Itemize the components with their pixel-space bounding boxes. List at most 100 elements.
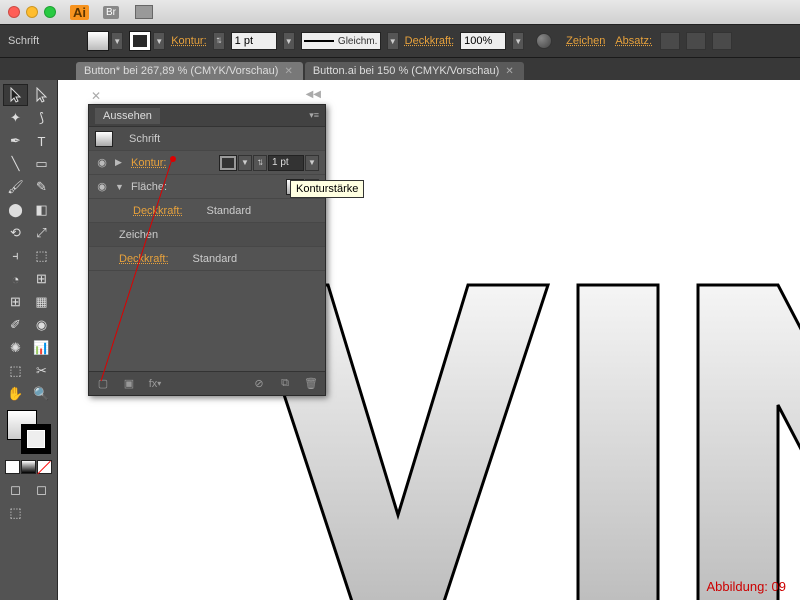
stroke-weight-decrease[interactable]: ⮁ [213, 32, 225, 50]
stroke-weight-input[interactable] [231, 32, 277, 50]
clear-appearance-icon[interactable]: ⊘ [251, 377, 267, 391]
visibility-toggle-icon[interactable]: ◉ [95, 180, 109, 193]
draw-mode-behind[interactable]: ◻ [29, 479, 54, 501]
blend-tool[interactable]: ◉ [29, 314, 54, 336]
recolor-icon[interactable] [536, 33, 552, 49]
perspective-grid-tool[interactable]: ⊞ [29, 268, 54, 290]
panel-menu-icon[interactable]: ▾≡ [309, 110, 319, 121]
blob-brush-tool[interactable]: ⬤ [3, 199, 28, 221]
rectangle-tool[interactable]: ▭ [29, 153, 54, 175]
artboard-tool[interactable]: ⬚ [3, 360, 28, 382]
scale-tool[interactable]: ⤢ [29, 222, 54, 244]
stroke-profile[interactable]: Gleichm. [301, 32, 381, 50]
panel-footer: ▢ ▣ fx▾ ⊘ ⧉ 🗑 [89, 371, 325, 395]
magic-wand-tool[interactable]: ✦ [3, 107, 28, 129]
appearance-row-deckkraft-1[interactable]: Deckkraft: Standard [89, 199, 325, 223]
control-bar: Schrift ▼ ▼ Kontur: ⮁ ▼ Gleichm. ▼ Deckk… [0, 24, 800, 58]
symbol-sprayer-tool[interactable]: ✺ [3, 337, 28, 359]
stroke-profile-dropdown[interactable]: ▼ [387, 32, 399, 50]
free-transform-tool[interactable]: ⬚ [29, 245, 54, 267]
gradient-tool[interactable]: ▦ [29, 291, 54, 313]
fill-dropdown[interactable]: ▼ [111, 32, 123, 50]
new-fill-icon[interactable]: ▣ [121, 377, 137, 391]
disclosure-triangle-icon[interactable]: ▶ [115, 157, 125, 168]
paintbrush-tool[interactable]: 🖌 [3, 176, 28, 198]
workspace-switcher[interactable] [135, 5, 153, 19]
add-effect-icon[interactable]: fx▾ [147, 377, 163, 391]
panel-collapse-icon[interactable]: ◀◀ [306, 89, 321, 100]
color-mode-solid[interactable] [5, 460, 20, 474]
eraser-tool[interactable]: ◧ [29, 199, 54, 221]
stroke-weight-stepper[interactable]: ⮁ [253, 155, 267, 171]
annotation-marker [170, 156, 176, 162]
bridge-badge[interactable]: Br [103, 6, 119, 19]
tooltip-konturstaerke: Konturstärke [290, 180, 364, 198]
align-center-button[interactable] [686, 32, 706, 50]
panel-tab-aussehen[interactable]: Aussehen [95, 108, 160, 124]
type-thumbnail-icon [95, 131, 113, 147]
tool-context-label: Schrift [8, 35, 39, 47]
slice-tool[interactable]: ✂ [29, 360, 54, 382]
appearance-row-kontur[interactable]: ◉ ▶ Kontur: ▼ ⮁ ▼ [89, 151, 325, 175]
panel-stroke-weight-dropdown[interactable]: ▼ [305, 155, 319, 171]
lasso-tool[interactable]: ⟆ [29, 107, 54, 129]
align-right-button[interactable] [712, 32, 732, 50]
disclosure-triangle-icon[interactable]: ▼ [115, 182, 125, 192]
document-tab-1[interactable]: Button* bei 267,89 % (CMYK/Vorschau)✕ [76, 62, 303, 80]
appearance-row-zeichen[interactable]: Zeichen [89, 223, 325, 247]
close-tab-icon[interactable]: ✕ [505, 66, 513, 77]
fill-stroke-indicator[interactable] [5, 410, 52, 454]
panel-stroke-weight-input[interactable] [268, 155, 304, 171]
line-tool[interactable]: ╲ [3, 153, 28, 175]
visibility-toggle-icon[interactable]: ◉ [95, 156, 109, 169]
type-tool[interactable]: T [29, 130, 54, 152]
stroke-color-swatch[interactable] [219, 155, 237, 171]
eyedropper-tool[interactable]: ✐ [3, 314, 28, 336]
width-tool[interactable]: ⫞ [3, 245, 28, 267]
kontur-link[interactable]: Kontur: [171, 35, 206, 47]
pencil-tool[interactable]: ✎ [29, 176, 54, 198]
document-tabbar: Button* bei 267,89 % (CMYK/Vorschau)✕ Bu… [0, 58, 800, 80]
zoom-window-button[interactable] [44, 6, 56, 18]
stroke-color-dropdown[interactable]: ▼ [238, 155, 252, 171]
fill-swatch[interactable] [87, 31, 109, 51]
deckkraft-link[interactable]: Deckkraft: [405, 35, 455, 47]
close-window-button[interactable] [8, 6, 20, 18]
appearance-row-deckkraft-2[interactable]: Deckkraft: Standard [89, 247, 325, 271]
direct-selection-tool[interactable] [29, 84, 54, 106]
document-tab-2[interactable]: Button.ai bei 150 % (CMYK/Vorschau)✕ [305, 62, 524, 80]
stroke-dropdown[interactable]: ▼ [153, 32, 165, 50]
delete-item-icon[interactable]: 🗑 [303, 377, 319, 391]
shape-builder-tool[interactable]: ◔ [3, 268, 28, 290]
stroke-indicator[interactable] [21, 424, 51, 454]
absatz-link[interactable]: Absatz: [615, 35, 652, 47]
opacity-dropdown[interactable]: ▼ [512, 32, 524, 50]
stroke-swatch[interactable] [129, 31, 151, 51]
screen-mode[interactable]: ⬚ [3, 502, 28, 524]
hand-tool[interactable]: ✋ [3, 383, 28, 405]
draw-mode-normal[interactable]: ◻ [3, 479, 28, 501]
pen-tool[interactable]: ✒ [3, 130, 28, 152]
opacity-input[interactable] [460, 32, 506, 50]
zoom-tool[interactable]: 🔍 [29, 383, 54, 405]
app-badge: Ai [70, 5, 89, 20]
duplicate-item-icon[interactable]: ⧉ [277, 377, 293, 391]
new-stroke-icon[interactable]: ▢ [95, 377, 111, 391]
mesh-tool[interactable]: ⊞ [3, 291, 28, 313]
align-left-button[interactable] [660, 32, 680, 50]
panel-close-icon[interactable]: ✕ [91, 89, 101, 103]
close-tab-icon[interactable]: ✕ [284, 66, 292, 77]
figure-caption: Abbildung: 09 [706, 579, 786, 594]
color-mode-none[interactable] [37, 460, 52, 474]
rotate-tool[interactable]: ⟲ [3, 222, 28, 244]
selection-tool[interactable] [3, 84, 28, 106]
appearance-row-schrift[interactable]: Schrift [89, 127, 325, 151]
graph-tool[interactable]: 📊 [29, 337, 54, 359]
color-mode-gradient[interactable] [21, 460, 36, 474]
stroke-weight-dropdown[interactable]: ▼ [283, 32, 295, 50]
window-titlebar: Ai Br [0, 0, 800, 24]
toolbox: ✦⟆ ✒T ╲▭ 🖌✎ ⬤◧ ⟲⤢ ⫞⬚ ◔⊞ ⊞▦ ✐◉ ✺📊 ⬚✂ ✋🔍 ◻… [0, 80, 58, 600]
appearance-panel: ✕ ◀◀ Aussehen ▾≡ Schrift ◉ ▶ Kontur: ▼ ⮁… [88, 104, 326, 396]
zeichen-link[interactable]: Zeichen [566, 35, 605, 47]
minimize-window-button[interactable] [26, 6, 38, 18]
